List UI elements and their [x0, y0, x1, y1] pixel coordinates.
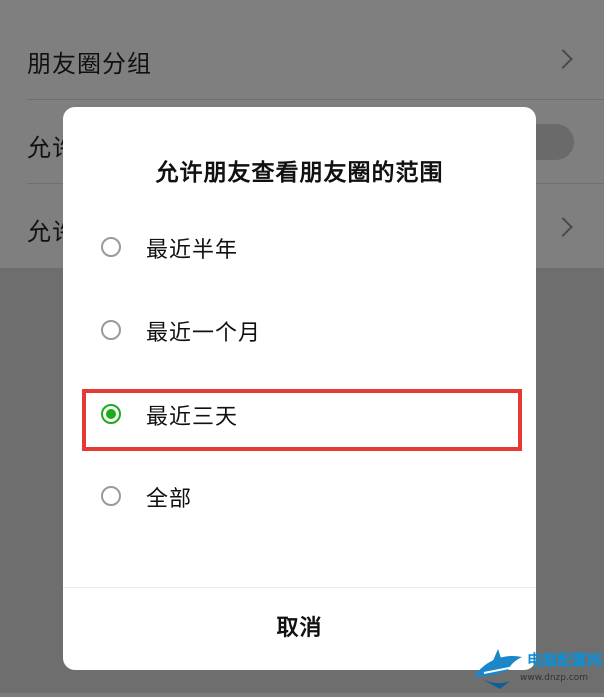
- radio-unchecked-icon[interactable]: [101, 320, 121, 340]
- settings-row-moments-groups[interactable]: 朋友圈分组: [0, 18, 604, 100]
- radio-unchecked-icon[interactable]: [101, 486, 121, 506]
- option-all[interactable]: 全部: [63, 469, 536, 529]
- option-label: 全部: [146, 487, 193, 512]
- option-label: 最近半年: [146, 238, 239, 263]
- radio-unchecked-icon[interactable]: [101, 237, 121, 257]
- option-label: 最近一个月: [146, 321, 262, 346]
- watermark-text: 电脑配置网: [527, 651, 603, 669]
- settings-row-label: 朋友圈分组: [27, 50, 152, 78]
- chevron-right-icon: [553, 217, 573, 237]
- watermark-url: www.dnzp.com: [520, 673, 589, 683]
- option-one-month[interactable]: 最近一个月: [63, 303, 536, 363]
- chevron-right-icon: [553, 49, 573, 69]
- watermark: 电脑配置网 www.dnzp.com: [470, 643, 604, 693]
- cancel-button[interactable]: 取消: [63, 588, 536, 670]
- shark-logo-icon: [474, 649, 522, 689]
- row-divider: [27, 99, 604, 100]
- option-half-year[interactable]: 最近半年: [63, 220, 536, 280]
- highlight-box: [82, 389, 522, 451]
- dialog-title: 允许朋友查看朋友圈的范围: [155, 160, 444, 186]
